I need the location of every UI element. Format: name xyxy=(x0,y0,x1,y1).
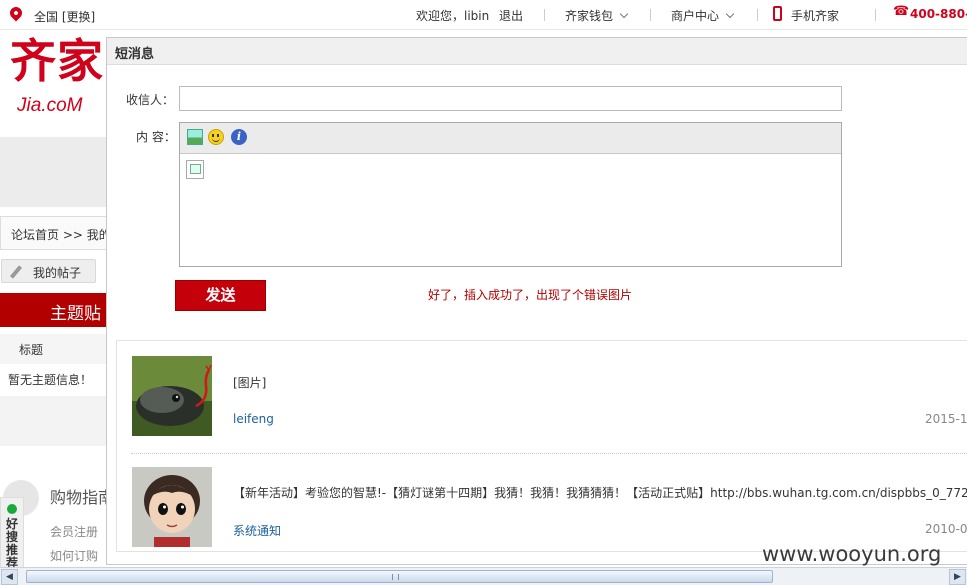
message-sender[interactable]: leifeng xyxy=(233,412,274,426)
divider xyxy=(757,9,758,21)
location-switcher[interactable]: 全国 [更换] xyxy=(34,8,95,25)
list-item[interactable]: 【新年活动】考验您的智慧!-【猜灯谜第十四期】我猜！我猜！我猜猜猜！【活动正式贴… xyxy=(117,451,967,551)
message-list: [图片] leifeng 2015-12 【新年活 xyxy=(116,340,967,552)
chevron-down-icon xyxy=(619,9,629,19)
cartoon-girl-avatar xyxy=(132,467,212,547)
logout-link[interactable]: 退出 xyxy=(499,7,523,24)
site-logo[interactable]: 齐家 xyxy=(10,36,104,86)
breadcrumb[interactable]: 论坛首页 >> 我的 xyxy=(0,216,110,250)
content-label: 内 容： xyxy=(136,130,176,144)
top-bar: 全国 [更换] 欢迎您，libin 退出 齐家钱包 商户中心 手机齐家 ☎ 40… xyxy=(0,0,967,30)
pencil-icon xyxy=(9,265,23,279)
location-pin-icon xyxy=(7,4,25,22)
merchant-menu[interactable]: 商户中心 xyxy=(671,7,735,24)
merchant-menu-label: 商户中心 xyxy=(671,9,720,23)
member-register-link[interactable]: 会员注册 xyxy=(50,523,98,540)
message-sender[interactable]: 系统通知 xyxy=(233,522,281,539)
mobile-app-link[interactable]: 手机齐家 xyxy=(791,7,839,24)
mobile-phone-icon xyxy=(773,6,782,21)
side-tag-label: 好搜推荐 xyxy=(5,517,18,570)
editor-toolbar: i xyxy=(180,123,841,154)
banner-area xyxy=(0,137,110,207)
telephone-icon: ☎ xyxy=(893,4,910,19)
shopping-guide-title: 购物指南 xyxy=(50,488,115,507)
broken-image-icon xyxy=(186,160,204,179)
dialog-title: 短消息 xyxy=(115,47,155,62)
list-item[interactable]: [图片] leifeng 2015-12 xyxy=(117,341,967,451)
site-logo-domain: Jia.coM xyxy=(17,95,83,116)
dialog-title-bar[interactable]: 短消息 xyxy=(107,38,967,65)
grip-icon xyxy=(392,574,399,580)
hotline-number: 400-880- xyxy=(910,7,967,21)
send-button[interactable]: 发送 xyxy=(175,280,266,311)
short-message-dialog: 短消息 收信人： 内 容： i 发送 好了，插入成功了，出现了个错误图片 [图片… xyxy=(106,37,967,565)
green-dot-icon xyxy=(7,504,17,514)
my-posts-button[interactable]: 我的帖子 xyxy=(1,259,96,283)
wallet-menu-label: 齐家钱包 xyxy=(565,9,614,23)
how-to-order-link[interactable]: 如何订购 xyxy=(50,547,98,564)
message-subject[interactable]: [图片] xyxy=(233,374,266,391)
welcome-text: 欢迎您，libin xyxy=(416,9,490,23)
annotation-text: 好了，插入成功了，出现了个错误图片 xyxy=(428,288,633,302)
watermark: www.wooyun.org xyxy=(762,542,942,566)
haosou-recommend-tag[interactable]: 好搜推荐 xyxy=(0,497,24,577)
info-icon[interactable]: i xyxy=(231,129,247,145)
message-date: 2010-02 xyxy=(925,522,967,536)
wallet-menu[interactable]: 齐家钱包 xyxy=(565,7,629,24)
snake-image xyxy=(132,356,212,436)
tab-topics[interactable]: 主题贴 xyxy=(0,293,110,327)
smiley-icon[interactable] xyxy=(208,129,224,145)
message-editor[interactable]: i xyxy=(179,122,842,267)
divider xyxy=(544,9,545,21)
message-subject[interactable]: 【新年活动】考验您的智慧!-【猜灯谜第十四期】我猜！我猜！我猜猜猜！【活动正式贴… xyxy=(233,484,967,501)
divider xyxy=(875,9,876,21)
cartoon-girl-image xyxy=(132,467,212,547)
background-panel xyxy=(0,396,110,446)
horizontal-scrollbar[interactable]: ◀ ▶ xyxy=(0,567,967,585)
column-header-title: 标题 xyxy=(0,334,110,364)
empty-topics-text: 暂无主题信息！ xyxy=(8,373,93,387)
insert-image-icon[interactable] xyxy=(187,129,203,145)
scrollbar-thumb[interactable] xyxy=(26,570,773,583)
message-date: 2015-12 xyxy=(925,412,967,426)
scroll-right-arrow-icon[interactable]: ▶ xyxy=(949,569,966,585)
chevron-down-icon xyxy=(725,9,735,19)
recipient-input[interactable] xyxy=(179,86,842,111)
my-posts-label: 我的帖子 xyxy=(33,266,82,280)
scroll-left-arrow-icon[interactable]: ◀ xyxy=(1,569,18,585)
recipient-label: 收信人： xyxy=(126,93,175,107)
snake-avatar xyxy=(132,356,212,436)
divider xyxy=(650,9,651,21)
